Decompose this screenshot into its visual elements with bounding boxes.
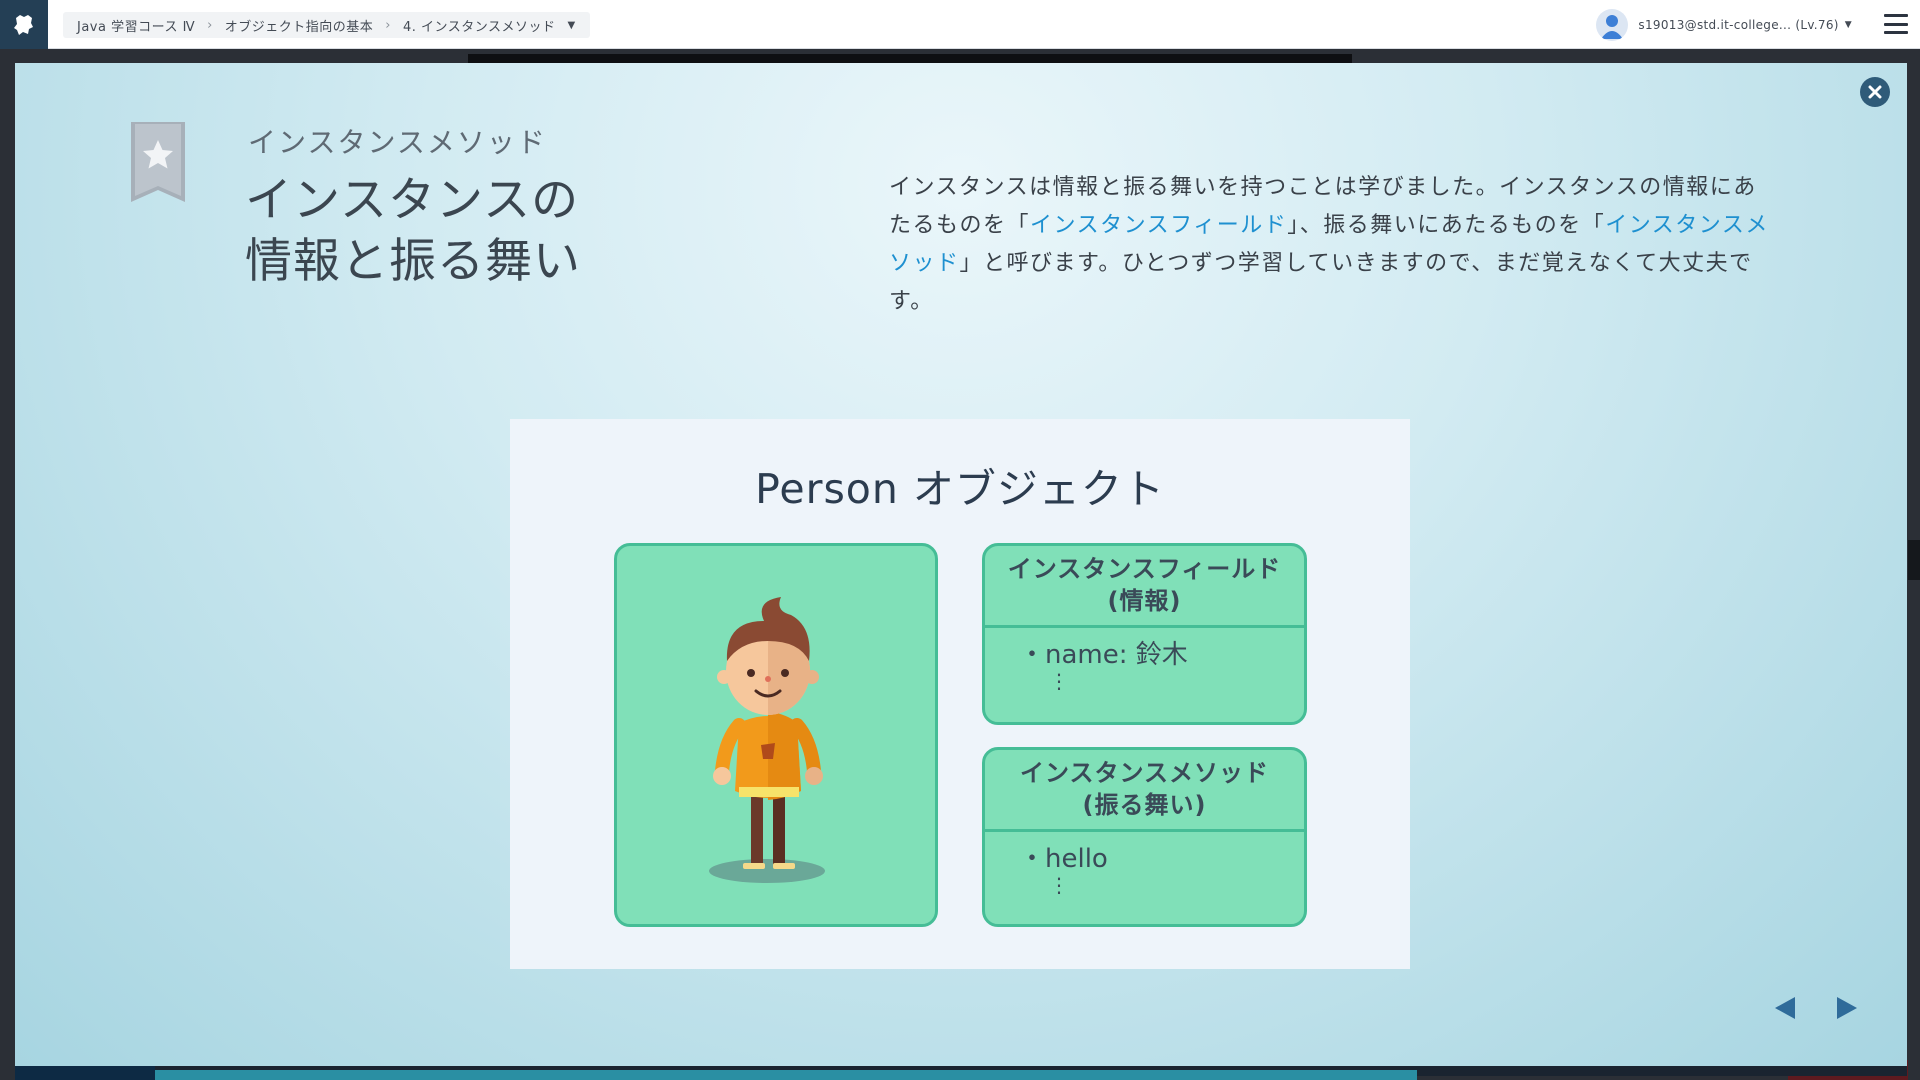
- lesson-title-line: 情報と振る舞い: [245, 234, 581, 289]
- lesson-title-line: インスタンスの: [245, 173, 580, 228]
- slide-title: Person オブジェクト: [755, 465, 1165, 513]
- close-icon[interactable]: [1860, 77, 1890, 107]
- instance-method-header: インスタンスメソッド (振る舞い): [985, 750, 1304, 832]
- chevron-down-icon[interactable]: ▼: [1845, 20, 1852, 30]
- lesson-title: インスタンスの 情報と振る舞い: [245, 170, 665, 292]
- chevron-right-icon: ›: [207, 17, 213, 33]
- instance-method-card: インスタンスメソッド (振る舞い) ・hello ⋮: [982, 747, 1307, 927]
- instance-field-header: インスタンスフィールド (情報): [985, 546, 1304, 628]
- hamburger-menu-icon[interactable]: [1884, 14, 1908, 34]
- background-scroll-strip: [1908, 540, 1920, 580]
- star-bookmark-icon[interactable]: [129, 122, 187, 202]
- top-bar: Java 学習コース Ⅳ › オブジェクト指向の基本 › 4. インスタンスメソ…: [0, 0, 1920, 49]
- breadcrumb-course[interactable]: Java 学習コース Ⅳ: [77, 16, 195, 35]
- arrow-left-icon[interactable]: [1773, 995, 1799, 1021]
- field-item: ・name: 鈴木: [1019, 640, 1188, 670]
- lesson-description: インスタンスは情報と振る舞いを持つことは学びました。インスタンスの情報にあたるも…: [889, 169, 1769, 321]
- logo-icon[interactable]: [0, 0, 48, 49]
- avatar: [1596, 9, 1629, 41]
- instance-method-body: ・hello ⋮: [985, 832, 1304, 897]
- breadcrumb: Java 学習コース Ⅳ › オブジェクト指向の基本 › 4. インスタンスメソ…: [63, 12, 590, 38]
- user-menu[interactable]: s19013@std.it-college... (Lv.76) ▼: [1596, 8, 1852, 42]
- description-text: 」と呼びます。ひとつずつ学習していきますので、まだ覚えなくて大丈夫です。: [889, 251, 1753, 314]
- chevron-down-icon[interactable]: ▼: [568, 20, 576, 31]
- slide-figure: Person オブジェクト インスタンスフィールド (情報) ・name: 鈴木…: [510, 419, 1410, 969]
- term-instance-field: インスタンスフィールド: [1030, 213, 1288, 238]
- person-illustration-card: [614, 543, 938, 927]
- breadcrumb-lesson[interactable]: 4. インスタンスメソッド: [403, 16, 556, 35]
- progress-bar: [15, 1070, 1417, 1080]
- card-header-line: インスタンスメソッド: [1019, 759, 1270, 787]
- description-text: 」、振る舞いにあたるものを「: [1287, 213, 1606, 238]
- method-item: ・hello: [1019, 844, 1108, 874]
- card-header-line: (情報): [1107, 587, 1182, 615]
- user-label: s19013@std.it-college... (Lv.76): [1638, 18, 1839, 32]
- progress-segment: [15, 1066, 155, 1080]
- lesson-subtitle: インスタンスメソッド: [248, 126, 547, 159]
- more-indicator: ⋮: [1049, 873, 1069, 897]
- instance-field-card: インスタンスフィールド (情報) ・name: 鈴木 ⋮: [982, 543, 1307, 725]
- chevron-right-icon: ›: [385, 17, 391, 33]
- arrow-right-icon[interactable]: [1833, 995, 1859, 1021]
- card-header-line: インスタンスフィールド: [1007, 555, 1282, 583]
- more-indicator: ⋮: [1049, 669, 1069, 693]
- instance-field-body: ・name: 鈴木 ⋮: [985, 628, 1304, 693]
- breadcrumb-chapter[interactable]: オブジェクト指向の基本: [225, 16, 374, 35]
- card-header-line: (振る舞い): [1082, 791, 1207, 819]
- person-illustration: [709, 597, 825, 883]
- lesson-modal: インスタンスメソッド インスタンスの 情報と振る舞い インスタンスは情報と振る舞…: [15, 63, 1907, 1066]
